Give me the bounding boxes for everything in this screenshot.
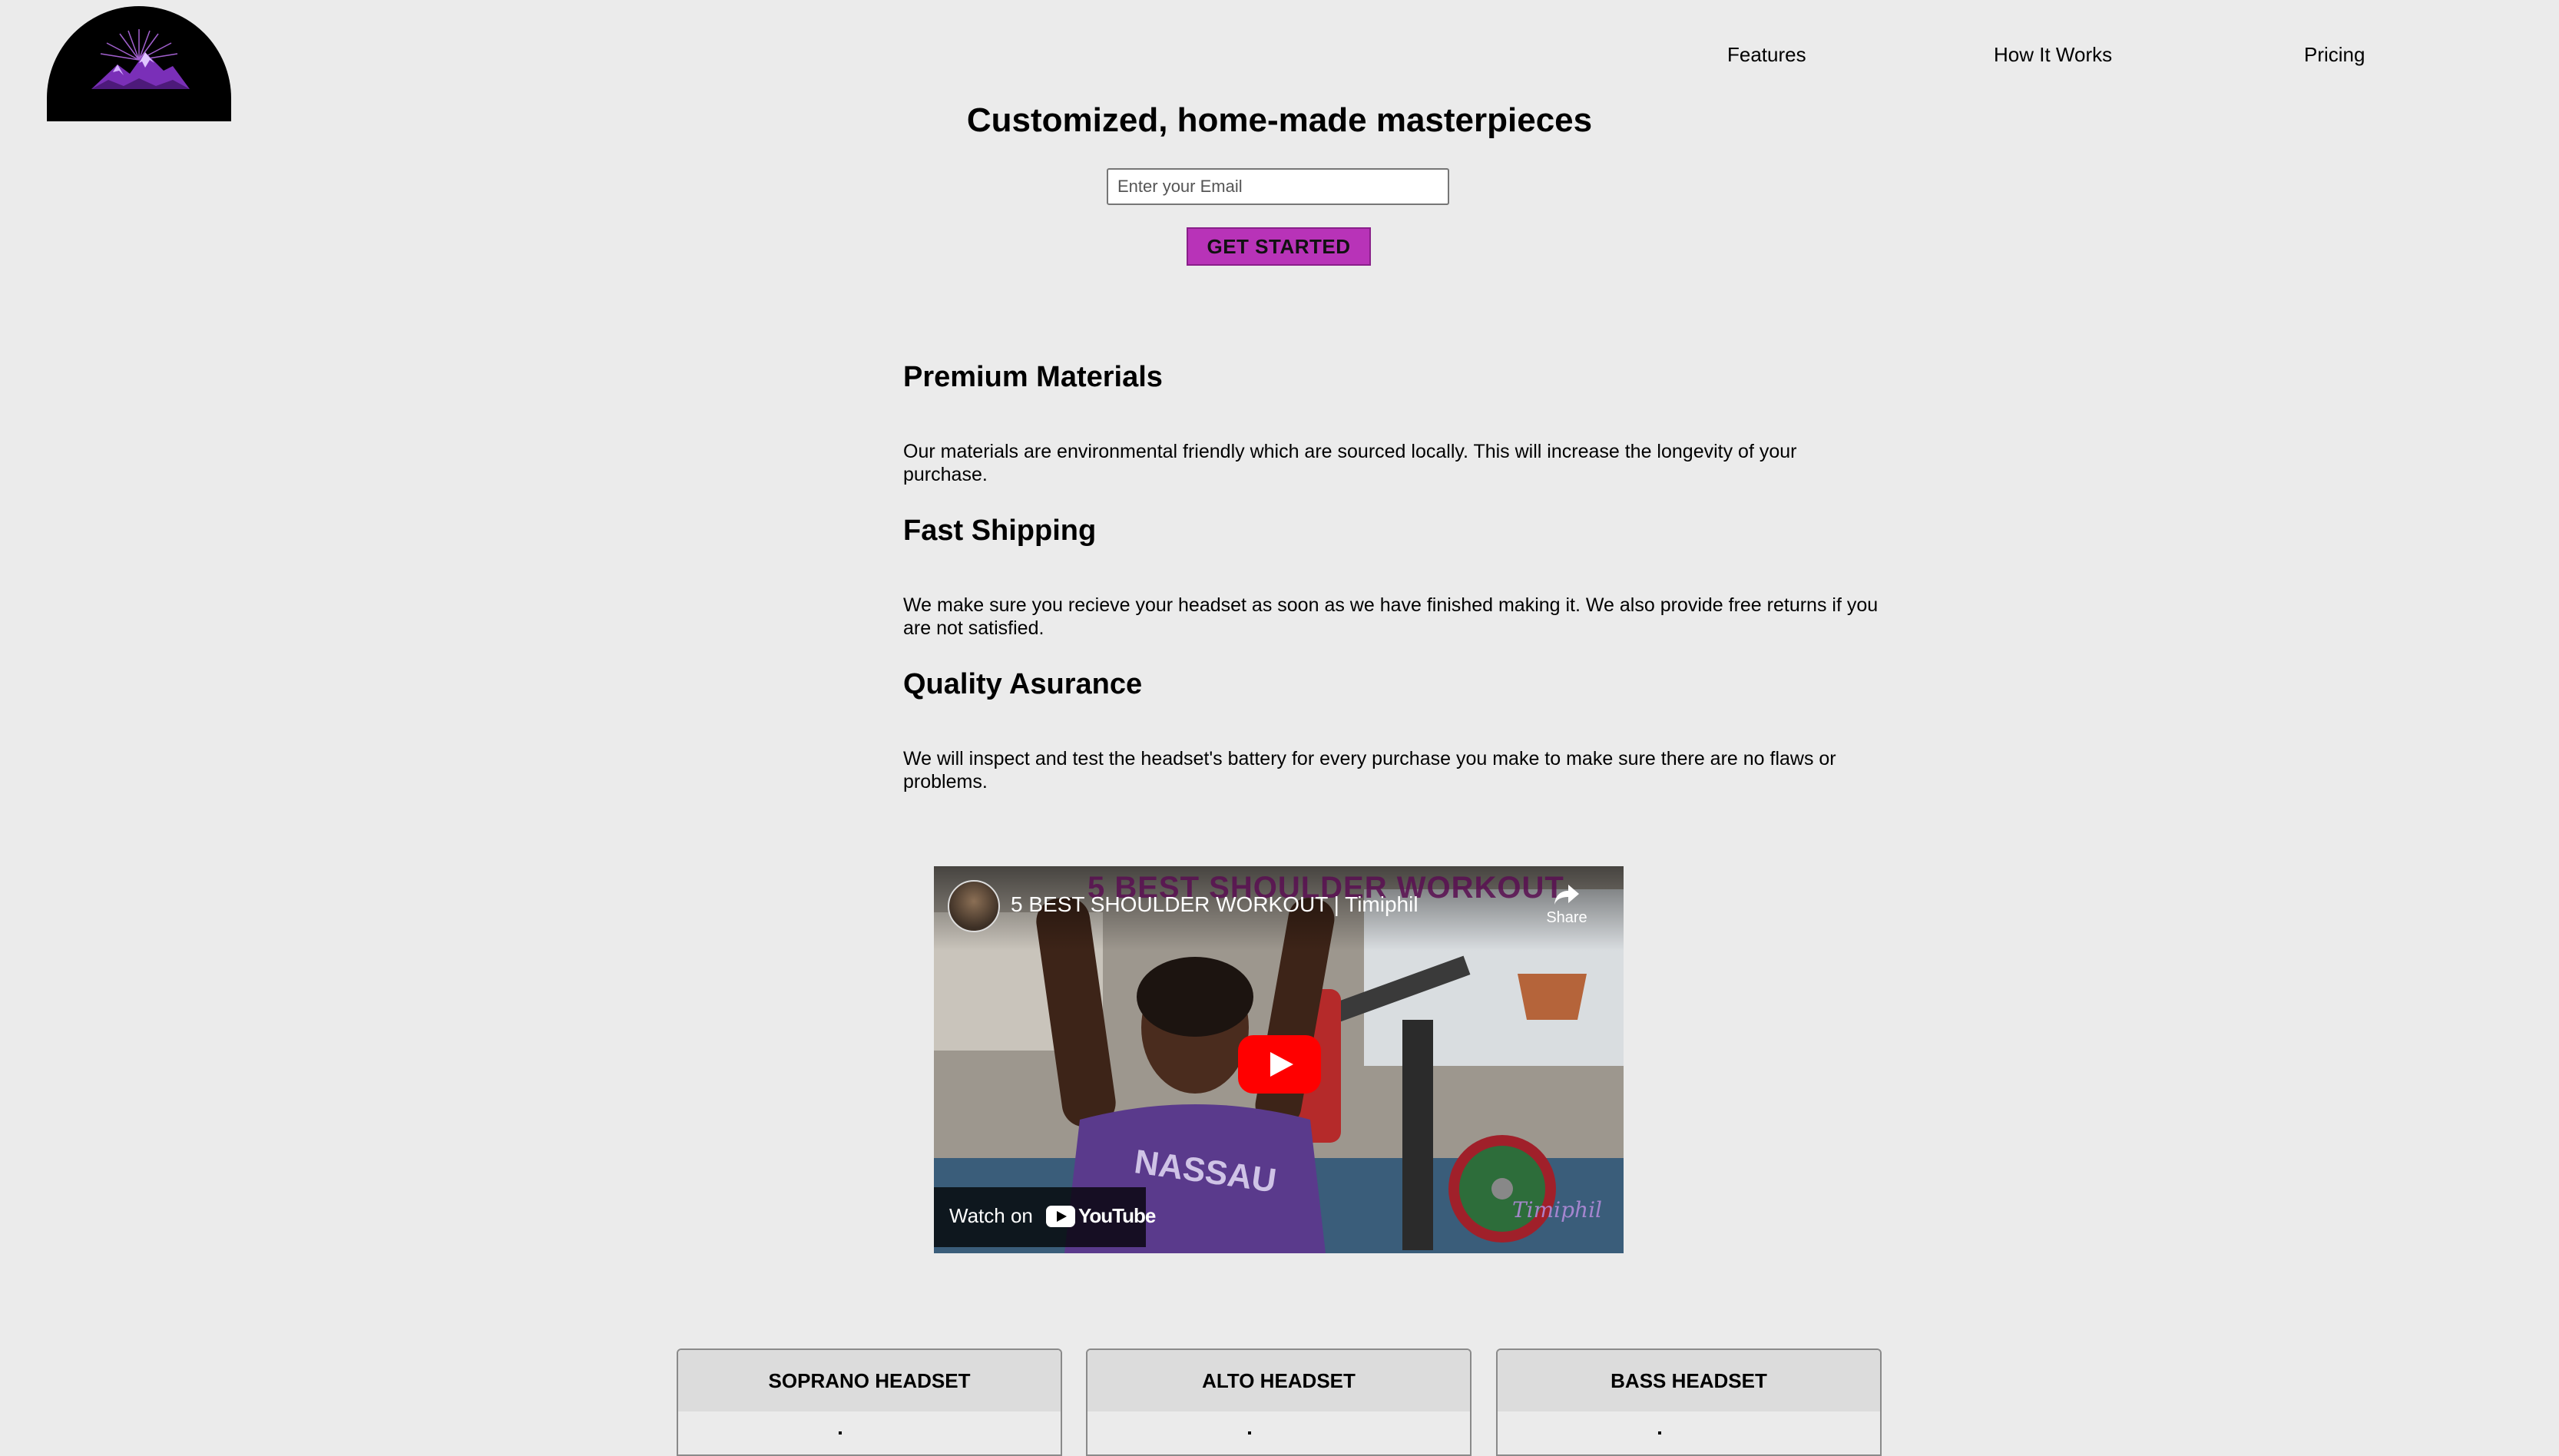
card-bullet — [1248, 1431, 1251, 1434]
youtube-wordmark: YouTube — [1078, 1204, 1156, 1227]
watch-on-label: Watch on — [949, 1204, 1033, 1227]
share-arrow-icon — [1554, 885, 1579, 905]
hero-title: Customized, home-made masterpieces — [966, 101, 1593, 139]
share-label: Share — [1546, 909, 1587, 926]
feature-text: Our materials are environmental friendly… — [903, 441, 1797, 485]
youtube-video-embed[interactable]: NASSAU 5 BEST SHOULDER WORKOUT 5 BEST SH… — [934, 866, 1624, 1253]
pricing-card-bass: BASS HEADSET — [1496, 1348, 1882, 1456]
video-title[interactable]: 5 BEST SHOULDER WORKOUT | Timiphil — [1011, 892, 1419, 917]
pricing-card-alto: ALTO HEADSET — [1086, 1348, 1472, 1456]
pricing-card-title: SOPRANO HEADSET — [678, 1350, 1061, 1411]
get-started-button[interactable]: GET STARTED — [1187, 227, 1371, 266]
feature-title: Fast Shipping — [903, 515, 1097, 547]
card-bullet — [1658, 1431, 1661, 1434]
top-nav: Features How It Works Pricing — [0, 43, 2559, 74]
nav-link-how-it-works[interactable]: How It Works — [1994, 43, 2112, 67]
youtube-brand: YouTube — [1046, 1204, 1156, 1228]
watch-on-youtube-button[interactable]: Watch on YouTube — [934, 1187, 1156, 1247]
pricing-card-soprano: SOPRANO HEADSET — [677, 1348, 1062, 1456]
pricing-card-title: BASS HEADSET — [1498, 1350, 1880, 1411]
channel-avatar[interactable] — [948, 880, 1000, 932]
play-button[interactable] — [1238, 1035, 1321, 1094]
youtube-logo-icon — [1046, 1205, 1075, 1227]
nav-link-pricing[interactable]: Pricing — [2304, 43, 2365, 67]
video-watermark: Timiphil — [1511, 1197, 1602, 1223]
email-input[interactable] — [1107, 168, 1449, 205]
nav-link-features[interactable]: Features — [1727, 43, 1806, 67]
card-bullet — [839, 1431, 842, 1434]
feature-text: We will inspect and test the headset's b… — [903, 748, 1836, 793]
feature-title: Quality Asurance — [903, 668, 1143, 700]
feature-title: Premium Materials — [903, 361, 1163, 393]
pricing-card-title: ALTO HEADSET — [1087, 1350, 1470, 1411]
share-button[interactable]: Share — [1544, 883, 1590, 927]
feature-text: We make sure you recieve your headset as… — [903, 594, 1879, 639]
